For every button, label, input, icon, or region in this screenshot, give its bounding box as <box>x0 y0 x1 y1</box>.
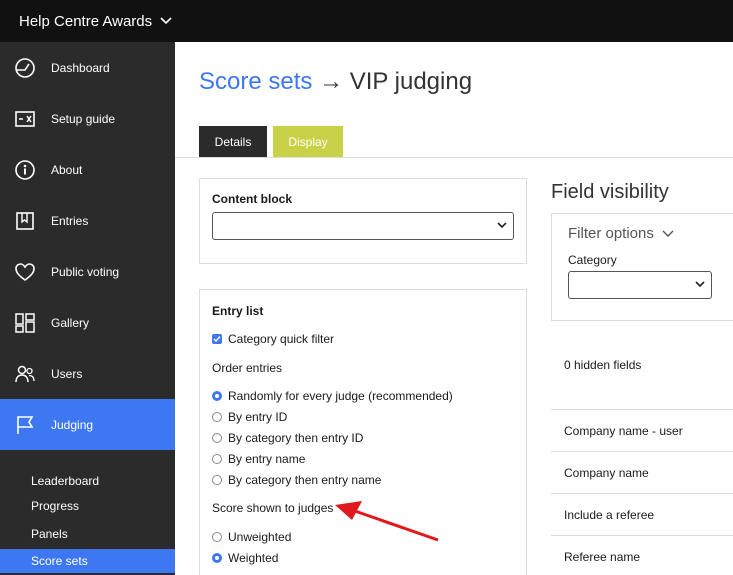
radio-button[interactable] <box>212 475 222 485</box>
category-quick-filter-row[interactable]: Category quick filter <box>212 332 334 346</box>
sidebar-item-judging[interactable]: Judging <box>0 399 175 450</box>
score-option-unweighted[interactable]: Unweighted <box>212 530 291 544</box>
sidebar-item-gallery[interactable]: Gallery <box>0 297 175 348</box>
heart-icon <box>15 262 35 281</box>
filter-options-label: Filter options <box>568 225 654 242</box>
sidebar-item-label: Setup guide <box>51 111 116 126</box>
tab-divider <box>175 157 733 158</box>
sidebar-item-label: About <box>51 162 83 177</box>
order-option-entry-name[interactable]: By entry name <box>212 452 305 466</box>
order-option-label: By category then entry name <box>228 473 382 487</box>
chevron-down-icon <box>497 222 507 229</box>
info-icon <box>15 159 35 180</box>
sidebar-item-label: Gallery <box>51 315 90 330</box>
order-option-label: By entry name <box>228 452 306 466</box>
sidebar-item-label: Users <box>51 366 83 381</box>
entries-bookmark-icon <box>16 211 34 230</box>
order-option-label: By category then entry ID <box>228 431 364 445</box>
order-option-entry-id[interactable]: By entry ID <box>212 410 287 424</box>
radio-button[interactable] <box>212 532 222 542</box>
score-option-weighted[interactable]: Weighted <box>212 551 278 565</box>
category-quick-filter-label: Category quick filter <box>228 332 335 346</box>
field-row[interactable]: Include a referee <box>551 493 733 535</box>
annotation-arrow-icon <box>335 501 439 542</box>
app-title[interactable]: Help Centre Awards <box>19 13 152 30</box>
judging-flag-icon <box>17 415 34 434</box>
tab-display[interactable]: Display <box>273 126 343 157</box>
filter-options-toggle[interactable]: Filter options <box>568 225 674 242</box>
content-block-card: Content block <box>199 178 527 264</box>
sidebar-item-entries[interactable]: Entries <box>0 195 175 246</box>
sidebar-item-setup-guide[interactable]: Setup guide <box>0 93 175 144</box>
category-label: Category <box>568 253 617 267</box>
subnav-item-score-sets[interactable]: Score sets <box>0 549 175 573</box>
breadcrumb-separator-arrow-icon: → <box>319 68 344 95</box>
content-block-title: Content block <box>212 192 292 206</box>
field-visibility-title: Field visibility <box>551 181 669 203</box>
breadcrumb: Score sets → VIP judging <box>199 68 472 96</box>
field-row[interactable]: Company name <box>551 451 733 493</box>
radio-button[interactable] <box>212 391 222 401</box>
radio-button[interactable] <box>212 454 222 464</box>
setup-guide-icon <box>15 110 35 127</box>
sidebar-item-label: Entries <box>51 213 89 228</box>
sidebar-item-label: Judging <box>51 417 94 432</box>
hidden-fields-count: 0 hidden fields <box>564 358 642 372</box>
top-bar: Help Centre Awards <box>0 0 733 42</box>
entry-list-title: Entry list <box>212 304 264 318</box>
page-title: VIP judging <box>349 68 473 95</box>
subnav-item-panels[interactable]: Panels <box>0 522 175 546</box>
chevron-down-icon[interactable] <box>160 17 172 25</box>
sidebar-item-label: Public voting <box>51 264 120 279</box>
score-option-label: Unweighted <box>228 530 292 544</box>
score-shown-label: Score shown to judges <box>212 501 334 515</box>
sidebar-item-users[interactable]: Users <box>0 348 175 399</box>
order-option-random[interactable]: Randomly for every judge (recommended) <box>212 389 453 403</box>
sidebar-item-dashboard[interactable]: Dashboard <box>0 42 175 93</box>
category-quick-filter-checkbox[interactable] <box>212 334 222 344</box>
radio-button[interactable] <box>212 553 222 563</box>
field-row[interactable]: Referee name <box>551 535 733 575</box>
users-icon <box>15 365 35 382</box>
sidebar-item-public-voting[interactable]: Public voting <box>0 246 175 297</box>
subnav-item-leaderboard[interactable]: Leaderboard <box>0 469 175 493</box>
dashboard-gauge-icon <box>15 57 35 78</box>
score-option-label: Weighted <box>228 551 279 565</box>
radio-button[interactable] <box>212 433 222 443</box>
tab-bar: Details Display <box>199 126 343 157</box>
gallery-grid-icon <box>15 312 35 333</box>
chevron-down-icon <box>662 230 674 237</box>
checkmark-icon <box>213 336 221 343</box>
sidebar-item-about[interactable]: About <box>0 144 175 195</box>
sidebar: Dashboard Setup guide About Entries Publ… <box>0 42 175 575</box>
order-option-category-entry-id[interactable]: By category then entry ID <box>212 431 363 445</box>
field-row[interactable]: Company name - user <box>551 409 733 451</box>
radio-button[interactable] <box>212 412 222 422</box>
order-entries-label: Order entries <box>212 361 283 375</box>
content-block-select[interactable] <box>212 212 514 240</box>
order-option-label: By entry ID <box>228 410 288 424</box>
breadcrumb-link-score-sets[interactable]: Score sets <box>199 68 312 95</box>
filter-options-card: Filter options Category <box>551 213 733 321</box>
tab-details[interactable]: Details <box>199 126 267 157</box>
subnav-item-progress[interactable]: Progress <box>0 494 175 518</box>
sidebar-item-label: Dashboard <box>51 60 110 75</box>
category-select[interactable] <box>568 271 712 299</box>
chevron-down-icon <box>695 281 705 288</box>
order-option-label: Randomly for every judge (recommended) <box>228 389 453 403</box>
order-option-category-entry-name[interactable]: By category then entry name <box>212 473 381 487</box>
